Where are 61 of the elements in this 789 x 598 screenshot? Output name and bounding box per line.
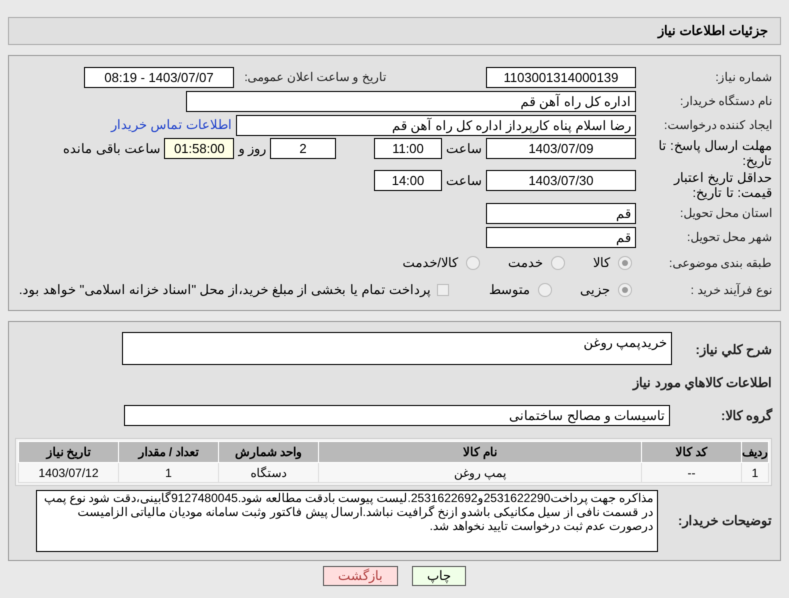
- table-cell: 1403/07/12: [18, 462, 118, 482]
- field-label: نوع فرآیند خرید :: [690, 282, 772, 299]
- checkbox[interactable]: [437, 284, 449, 296]
- time-label: ساعت: [445, 140, 483, 158]
- value-field: 1403/07/07 - 08:19: [84, 66, 234, 88]
- value-field: 1103001314000139: [486, 66, 636, 88]
- table-cell: --: [642, 462, 742, 482]
- radio-button[interactable]: [538, 283, 552, 297]
- checkbox-label: پرداخت تمام یا بخشی از مبلغ خرید،از محل "اسناد خزانه اسلامی" خواهد بود.: [18, 281, 431, 300]
- radio-label: جزیی: [580, 281, 610, 300]
- field-label: شماره نیاز:: [714, 69, 772, 86]
- field-label: شهر محل تحویل:: [686, 229, 772, 246]
- field-label: مهلت ارسال پاسخ: تا تاریخ:: [658, 138, 772, 168]
- contact-link[interactable]: اطلاعات تماس خریدار: [110, 115, 232, 135]
- field-label: توضیحات خریدار:: [677, 512, 772, 530]
- table-cell: 1: [742, 462, 768, 482]
- column-header: تاریخ نیاز: [18, 442, 118, 462]
- table-cell: دستگاه: [218, 462, 318, 482]
- table-cell: پمپ روغن: [318, 462, 642, 482]
- print-button[interactable]: چاپ: [412, 566, 466, 586]
- radio-label: متوسط: [489, 281, 530, 300]
- field-label: ایجاد کننده درخواست:: [662, 117, 772, 134]
- buyer-notes-textarea[interactable]: مذاکره جهت پرداخت2531622290و2531622692.لیست پیوست بادقت مطالعه شود.9127480045گابینی،دقت شود نوع پمپ در قسمت نافی از سیل مکانیکی باشدو ازنخ گرافیت نباشد.ارسال پیش فاکتور وثبت سامانه مودیان مالیاتی الزامیست درصورت عدم ثبت درخواست تایید نخواهد شد.: [36, 490, 658, 552]
- remaining-time-field: 01:58:00: [164, 138, 234, 159]
- description-textarea[interactable]: خریدپمپ روغن: [122, 332, 672, 365]
- value-field: 1403/07/09: [486, 138, 636, 159]
- field-label: نام دستگاه خریدار:: [678, 93, 772, 110]
- column-header: ردیف: [742, 442, 768, 462]
- field-label: تاریخ و ساعت اعلان عمومی:: [243, 69, 386, 86]
- field-label: استان محل تحویل:: [678, 205, 772, 222]
- column-header: کد کالا: [642, 442, 742, 462]
- value-field: 1403/07/30: [486, 170, 636, 191]
- time-label: ساعت: [445, 172, 483, 190]
- radio-button[interactable]: [551, 256, 565, 270]
- field-label: شرح کلي نياز:: [694, 341, 772, 360]
- field-label: اطلاعات کالاهاي مورد نياز: [633, 375, 772, 390]
- radio-button[interactable]: [466, 256, 480, 270]
- radio-label: خدمت: [508, 254, 543, 272]
- value-field: تاسیسات و مصالح ساختمانی: [124, 405, 670, 426]
- field-label: طبقه بندی موضوعی:: [668, 255, 772, 272]
- field-label: گروه کالا:: [720, 406, 772, 426]
- days-label: روز و: [237, 140, 267, 158]
- radio-button[interactable]: [618, 283, 632, 297]
- back-button[interactable]: بازگشت: [323, 566, 398, 586]
- column-header: واحد شمارش: [218, 442, 318, 462]
- page-title: جزئیات اطلاعات نیاز: [658, 22, 768, 40]
- column-header: نام کالا: [318, 442, 642, 462]
- value-field: 11:00: [374, 138, 442, 159]
- value-field: قم: [486, 226, 636, 248]
- value-field: 14:00: [374, 170, 442, 191]
- radio-button[interactable]: [618, 256, 632, 270]
- field-label: حداقل تاریخ اعتبار قیمت: تا تاریخ:: [672, 170, 772, 200]
- table-cell: 1: [118, 462, 218, 482]
- value-field: اداره کل راه آهن قم: [186, 90, 636, 112]
- value-field: رضا اسلام پناه کارپرداز اداره کل راه آهن قم: [236, 114, 636, 136]
- radio-label: کالا/خدمت: [402, 254, 458, 272]
- value-field: 2: [270, 138, 336, 159]
- column-header: تعداد / مقدار: [118, 442, 218, 462]
- radio-label: کالا: [593, 254, 610, 272]
- value-field: قم: [486, 202, 636, 224]
- remaining-label: ساعت باقی مانده: [62, 140, 162, 158]
